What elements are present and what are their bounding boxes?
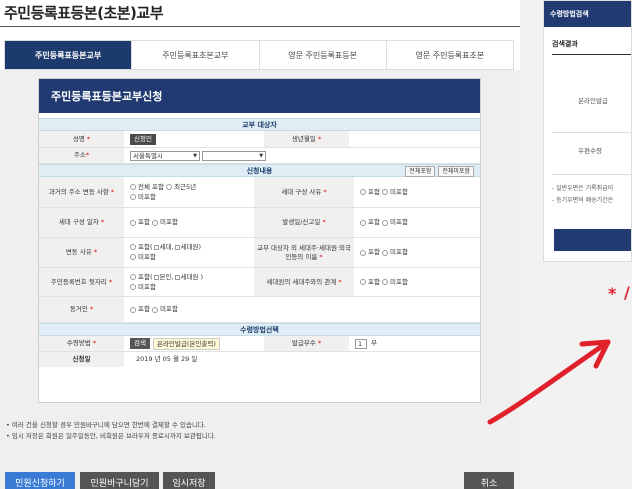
receive-method-field[interactable]: 온라인발급(본인출력) xyxy=(152,337,220,350)
birth-label: 생년월일 * xyxy=(264,131,349,147)
sidebar-header: 수령방법검색 xyxy=(544,1,631,27)
section-target: 교부 대상자 xyxy=(39,118,480,131)
tab-english-copy[interactable]: 영문 주민등록표등본 xyxy=(260,41,387,69)
receive-label: 수령방법 * xyxy=(39,336,124,351)
tab-resident-abstract[interactable]: 주민등록표초본교부 xyxy=(132,41,260,69)
row-past-address: 과거의 주소 변동 사항 * 전체 포함 최근5년 미포함 세대 구성 사유 *… xyxy=(39,177,480,208)
annotation-fragment: / xyxy=(624,283,630,302)
row-address: 주소 * 서울특별시 ▼ ▼ xyxy=(39,148,480,164)
check-rrn-self[interactable] xyxy=(153,274,159,280)
row-name: 성명 * 신청인 생년월일 * xyxy=(39,131,480,148)
report-date-label: 발생일/신고일 * xyxy=(254,208,354,237)
search-button[interactable]: 검색 xyxy=(130,338,150,349)
past-address-label: 과거의 주소 변동 사항 * xyxy=(39,177,124,207)
radio-change-out[interactable] xyxy=(130,254,136,260)
birth-value xyxy=(349,131,480,147)
row-receive: 수령방법 * 검색 온라인발급(본인출력) 발급부수 * 1부 xyxy=(39,336,480,352)
row-cohabitant: 동거인 * 포함 미포함 xyxy=(39,297,480,323)
sidebar-divider xyxy=(552,54,631,55)
copies-label: 발급부수 * xyxy=(264,336,349,351)
row-change-reason: 변동 사유 * 포함(세대, 세대원) 미포함 교부 대상자 외 세대주·세대원·… xyxy=(39,238,480,268)
cancel-button[interactable]: 취소 xyxy=(464,472,514,489)
change-reason-label: 변동 사유 * xyxy=(39,238,124,267)
notes: • 여러 건을 신청할 경우 민원바구니에 담으면 한번에 결제할 수 있습니다… xyxy=(6,420,216,442)
arrow-annotation-icon xyxy=(487,339,611,425)
householder-relation-label: 세대원의 세대주와의 관계 * xyxy=(254,268,354,296)
sidebar-option-mail[interactable]: 우편수령 xyxy=(552,125,631,175)
radio-hh-reason-in[interactable] xyxy=(360,189,366,195)
radio-hh-date-out[interactable] xyxy=(152,219,159,226)
page-title: 주민등록표등본(초본)교부 xyxy=(4,4,164,22)
radio-past-5y[interactable] xyxy=(166,183,173,190)
row-rrn: 주민등록번호 뒷자리 * 포함(본인, 세대원 ) 미포함 세대원의 세대주와의 … xyxy=(39,268,480,297)
radio-change-in[interactable] xyxy=(130,244,136,250)
sidebar-notes: - 일반우편은 기록취급이 - 등기우편의 배송기간은 xyxy=(552,185,614,204)
sidebar-option-online[interactable]: 온라인발급 xyxy=(552,67,631,133)
asterisk-icon: * xyxy=(608,284,617,303)
city-select[interactable]: 서울특별시 ▼ xyxy=(130,150,200,161)
sidebar-subheader: 검색결과 xyxy=(552,40,578,48)
radio-rrn-in[interactable] xyxy=(130,273,136,280)
row-apply-date: 신청일 2019 년 05 월 29 일 xyxy=(39,352,480,367)
check-change-household[interactable] xyxy=(153,245,159,250)
section-receive: 수령방법선택 xyxy=(39,323,480,336)
add-to-cart-button[interactable]: 민원바구니담기 xyxy=(80,472,159,489)
radio-rrn-out[interactable] xyxy=(130,283,136,290)
note-1: • 여러 건을 신청할 경우 민원바구니에 담으면 한번에 결제할 수 있습니다… xyxy=(6,421,206,429)
cohabitant-label: 동거인 * xyxy=(39,297,124,322)
radio-cohab-in[interactable] xyxy=(130,306,136,313)
radio-past-none[interactable] xyxy=(130,193,136,200)
tab-resident-copy[interactable]: 주민등록표등본교부 xyxy=(5,41,133,69)
section-content: 신청내용 전체포함 전체미포함 xyxy=(39,164,480,177)
radio-hh-reason-out[interactable] xyxy=(382,189,389,195)
radio-past-all[interactable] xyxy=(130,183,136,190)
check-rrn-member[interactable] xyxy=(174,274,180,280)
radio-report-out[interactable] xyxy=(382,219,389,226)
radio-hh-rel-out[interactable] xyxy=(382,279,389,285)
temp-save-button[interactable]: 임시저장 xyxy=(163,472,215,489)
radio-cohab-out[interactable] xyxy=(152,306,159,313)
household-reason-label: 세대 구성 사유 * xyxy=(254,177,354,207)
copies-input[interactable]: 1 xyxy=(355,338,367,349)
note-2: • 임시 저장은 회원은 일주일동안, 비회원은 브라우저 종료시까지 보관됩니… xyxy=(6,432,216,440)
name-value: 신청인 xyxy=(130,133,156,145)
address-label: 주소 * xyxy=(39,148,124,163)
form-title: 주민등록표등본교부신청 xyxy=(39,79,480,113)
apply-button[interactable]: 민원신청하기 xyxy=(5,472,75,489)
check-change-member[interactable] xyxy=(174,245,180,250)
title-divider xyxy=(0,26,520,27)
radio-hh-rel-in[interactable] xyxy=(360,279,366,285)
tab-english-abstract[interactable]: 영문 주민등록표초본 xyxy=(387,41,513,69)
apply-date-value: 2019 년 05 월 29 일 xyxy=(136,355,198,363)
application-form: 주민등록표등본교부신청 교부 대상자 성명 * 신청인 생년월일 * 주소 * 서… xyxy=(38,78,481,403)
radio-relation-in[interactable] xyxy=(360,249,366,256)
include-all-button[interactable]: 전체포함 xyxy=(405,166,436,177)
radio-report-in[interactable] xyxy=(360,219,366,226)
rrn-label: 주민등록번호 뒷자리 * xyxy=(39,268,124,296)
tab-bar: 주민등록표등본교부 주민등록표초본교부 영문 주민등록표등본 영문 주민등록표초… xyxy=(4,40,514,70)
relation-label: 교부 대상자 외 세대주·세대원·외국인등의 이름 * xyxy=(254,238,354,267)
exclude-all-button[interactable]: 전체미포함 xyxy=(438,166,474,177)
radio-relation-out[interactable] xyxy=(382,249,389,256)
chevron-down-icon: ▼ xyxy=(259,152,264,159)
chevron-down-icon: ▼ xyxy=(193,152,197,159)
name-label: 성명 * xyxy=(39,131,124,147)
radio-hh-date-in[interactable] xyxy=(130,219,136,226)
household-date-label: 세대 구성 일자 * xyxy=(39,208,124,237)
apply-date-label: 신청일 xyxy=(39,352,124,367)
district-select[interactable]: ▼ xyxy=(202,150,267,161)
receive-search-panel: 수령방법검색 검색결과 온라인발급 우편수령 - 일반우편은 기록취급이 - 등… xyxy=(543,0,632,262)
row-household-date: 세대 구성 일자 * 포함 미포함 발생일/신고일 * 포함 미포함 xyxy=(39,208,480,238)
sidebar-confirm-button[interactable] xyxy=(554,229,631,251)
